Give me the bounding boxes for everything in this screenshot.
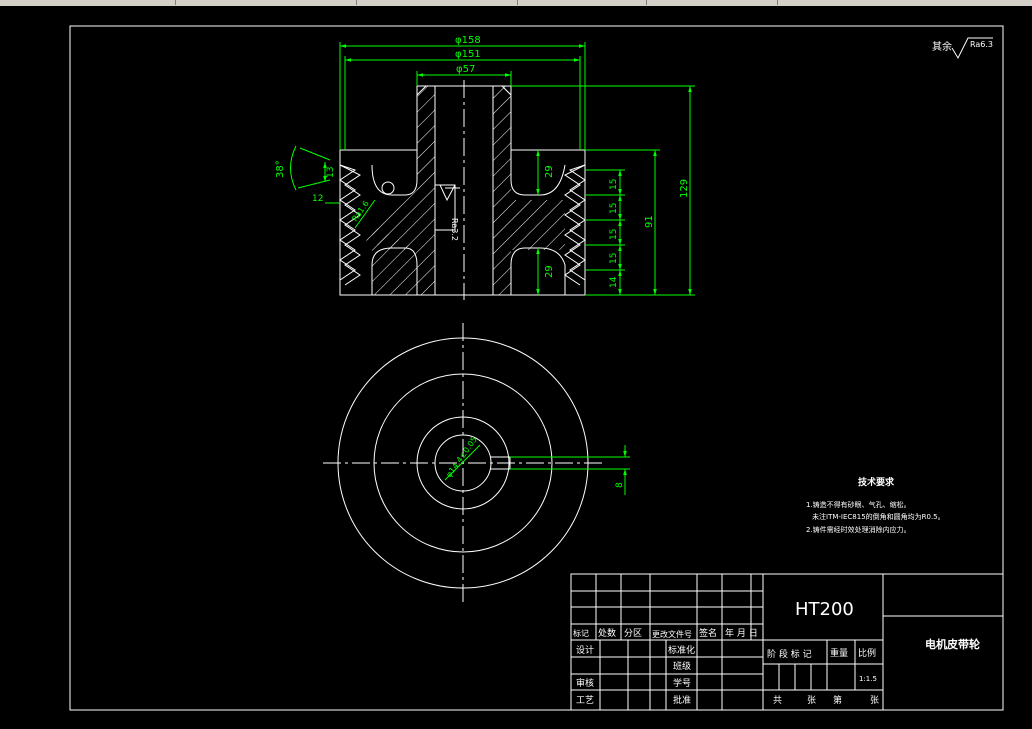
header-zone: 分区	[624, 628, 642, 639]
dim-key-8: 8	[615, 482, 625, 488]
stage-mark-label: 阶 段 标 记	[767, 648, 812, 660]
dim-29-top: 29	[544, 165, 555, 178]
surface-finish-note: 其余 Ra6.3	[932, 37, 993, 60]
sheets-current-label: 第	[833, 694, 842, 706]
approve-label: 批准	[673, 694, 691, 706]
dim-angle-38: 38°	[275, 160, 286, 178]
dim-14: 14	[609, 276, 619, 288]
header-change-doc: 更改文件号	[652, 629, 692, 639]
tech-line-1: 1.铸造不得有砂眼、气孔、缩松。	[806, 500, 911, 509]
sheets-unit-1: 张	[807, 695, 816, 706]
sheets-total-label: 共	[773, 695, 782, 706]
dim-13: 13	[326, 167, 336, 178]
material-label: HT200	[795, 599, 854, 620]
dim-129: 129	[679, 179, 690, 198]
scale-value: 1:1.5	[859, 675, 877, 683]
title-block: HT200 电机皮带轮 标记 处数 分区 更改文件号 签名 年 月 日 设计 审…	[570, 573, 1004, 711]
header-mark: 标记	[573, 628, 589, 638]
ra-hub-label: Ra3.2	[450, 218, 459, 241]
dim-151: φ151	[455, 49, 481, 60]
section-dimensions: φ158 φ151 φ57 38° 13 12 Ra1.6 29 29 15 1…	[275, 35, 695, 296]
scale-label: 比例	[858, 647, 876, 659]
tech-title: 技术要求	[858, 476, 895, 488]
student-no-label: 学号	[673, 677, 691, 689]
finish-prefix: 其余	[932, 40, 952, 53]
drawing-border	[69, 25, 1004, 711]
finish-value: Ra6.3	[970, 40, 993, 49]
dim-bore: φ14.4±0.05	[444, 435, 479, 479]
pulley-front-view: φ14.4±0.05 8	[323, 323, 630, 605]
dim-15-1: 15	[609, 179, 619, 190]
header-count: 处数	[598, 627, 616, 639]
dim-15-2: 15	[609, 203, 619, 214]
standardize-label: 标准化	[668, 644, 695, 656]
header-date: 年 月 日	[725, 627, 758, 639]
class-label: 班级	[673, 660, 691, 672]
sheets-unit-2: 张	[870, 695, 879, 706]
role-review: 审核	[576, 677, 594, 689]
dim-91: 91	[644, 215, 655, 228]
tech-line-3: 2.铸件需经时效处理消除内应力。	[806, 525, 911, 534]
part-name: 电机皮带轮	[925, 637, 980, 651]
technical-requirements: 技术要求 1.铸造不得有砂眼、气孔、缩松。 未注ITM-IEC815的倒角和圆角…	[806, 476, 945, 534]
weight-label: 重量	[830, 647, 848, 659]
dim-15-4: 15	[609, 253, 619, 264]
dim-57: φ57	[456, 64, 475, 75]
role-process: 工艺	[576, 695, 594, 706]
cad-drawing-canvas[interactable]: φ158 φ151 φ57 38° 13 12 Ra1.6 29 29 15 1…	[0, 0, 1032, 729]
dim-12: 12	[312, 194, 323, 204]
dim-158: φ158	[455, 35, 481, 46]
dim-15-3: 15	[609, 229, 619, 240]
tech-line-2: 未注ITM-IEC815的倒角和圆角均为R0.5。	[812, 512, 945, 521]
header-sign: 签名	[699, 627, 717, 639]
role-design: 设计	[576, 644, 594, 656]
dim-29-bottom: 29	[544, 265, 555, 278]
